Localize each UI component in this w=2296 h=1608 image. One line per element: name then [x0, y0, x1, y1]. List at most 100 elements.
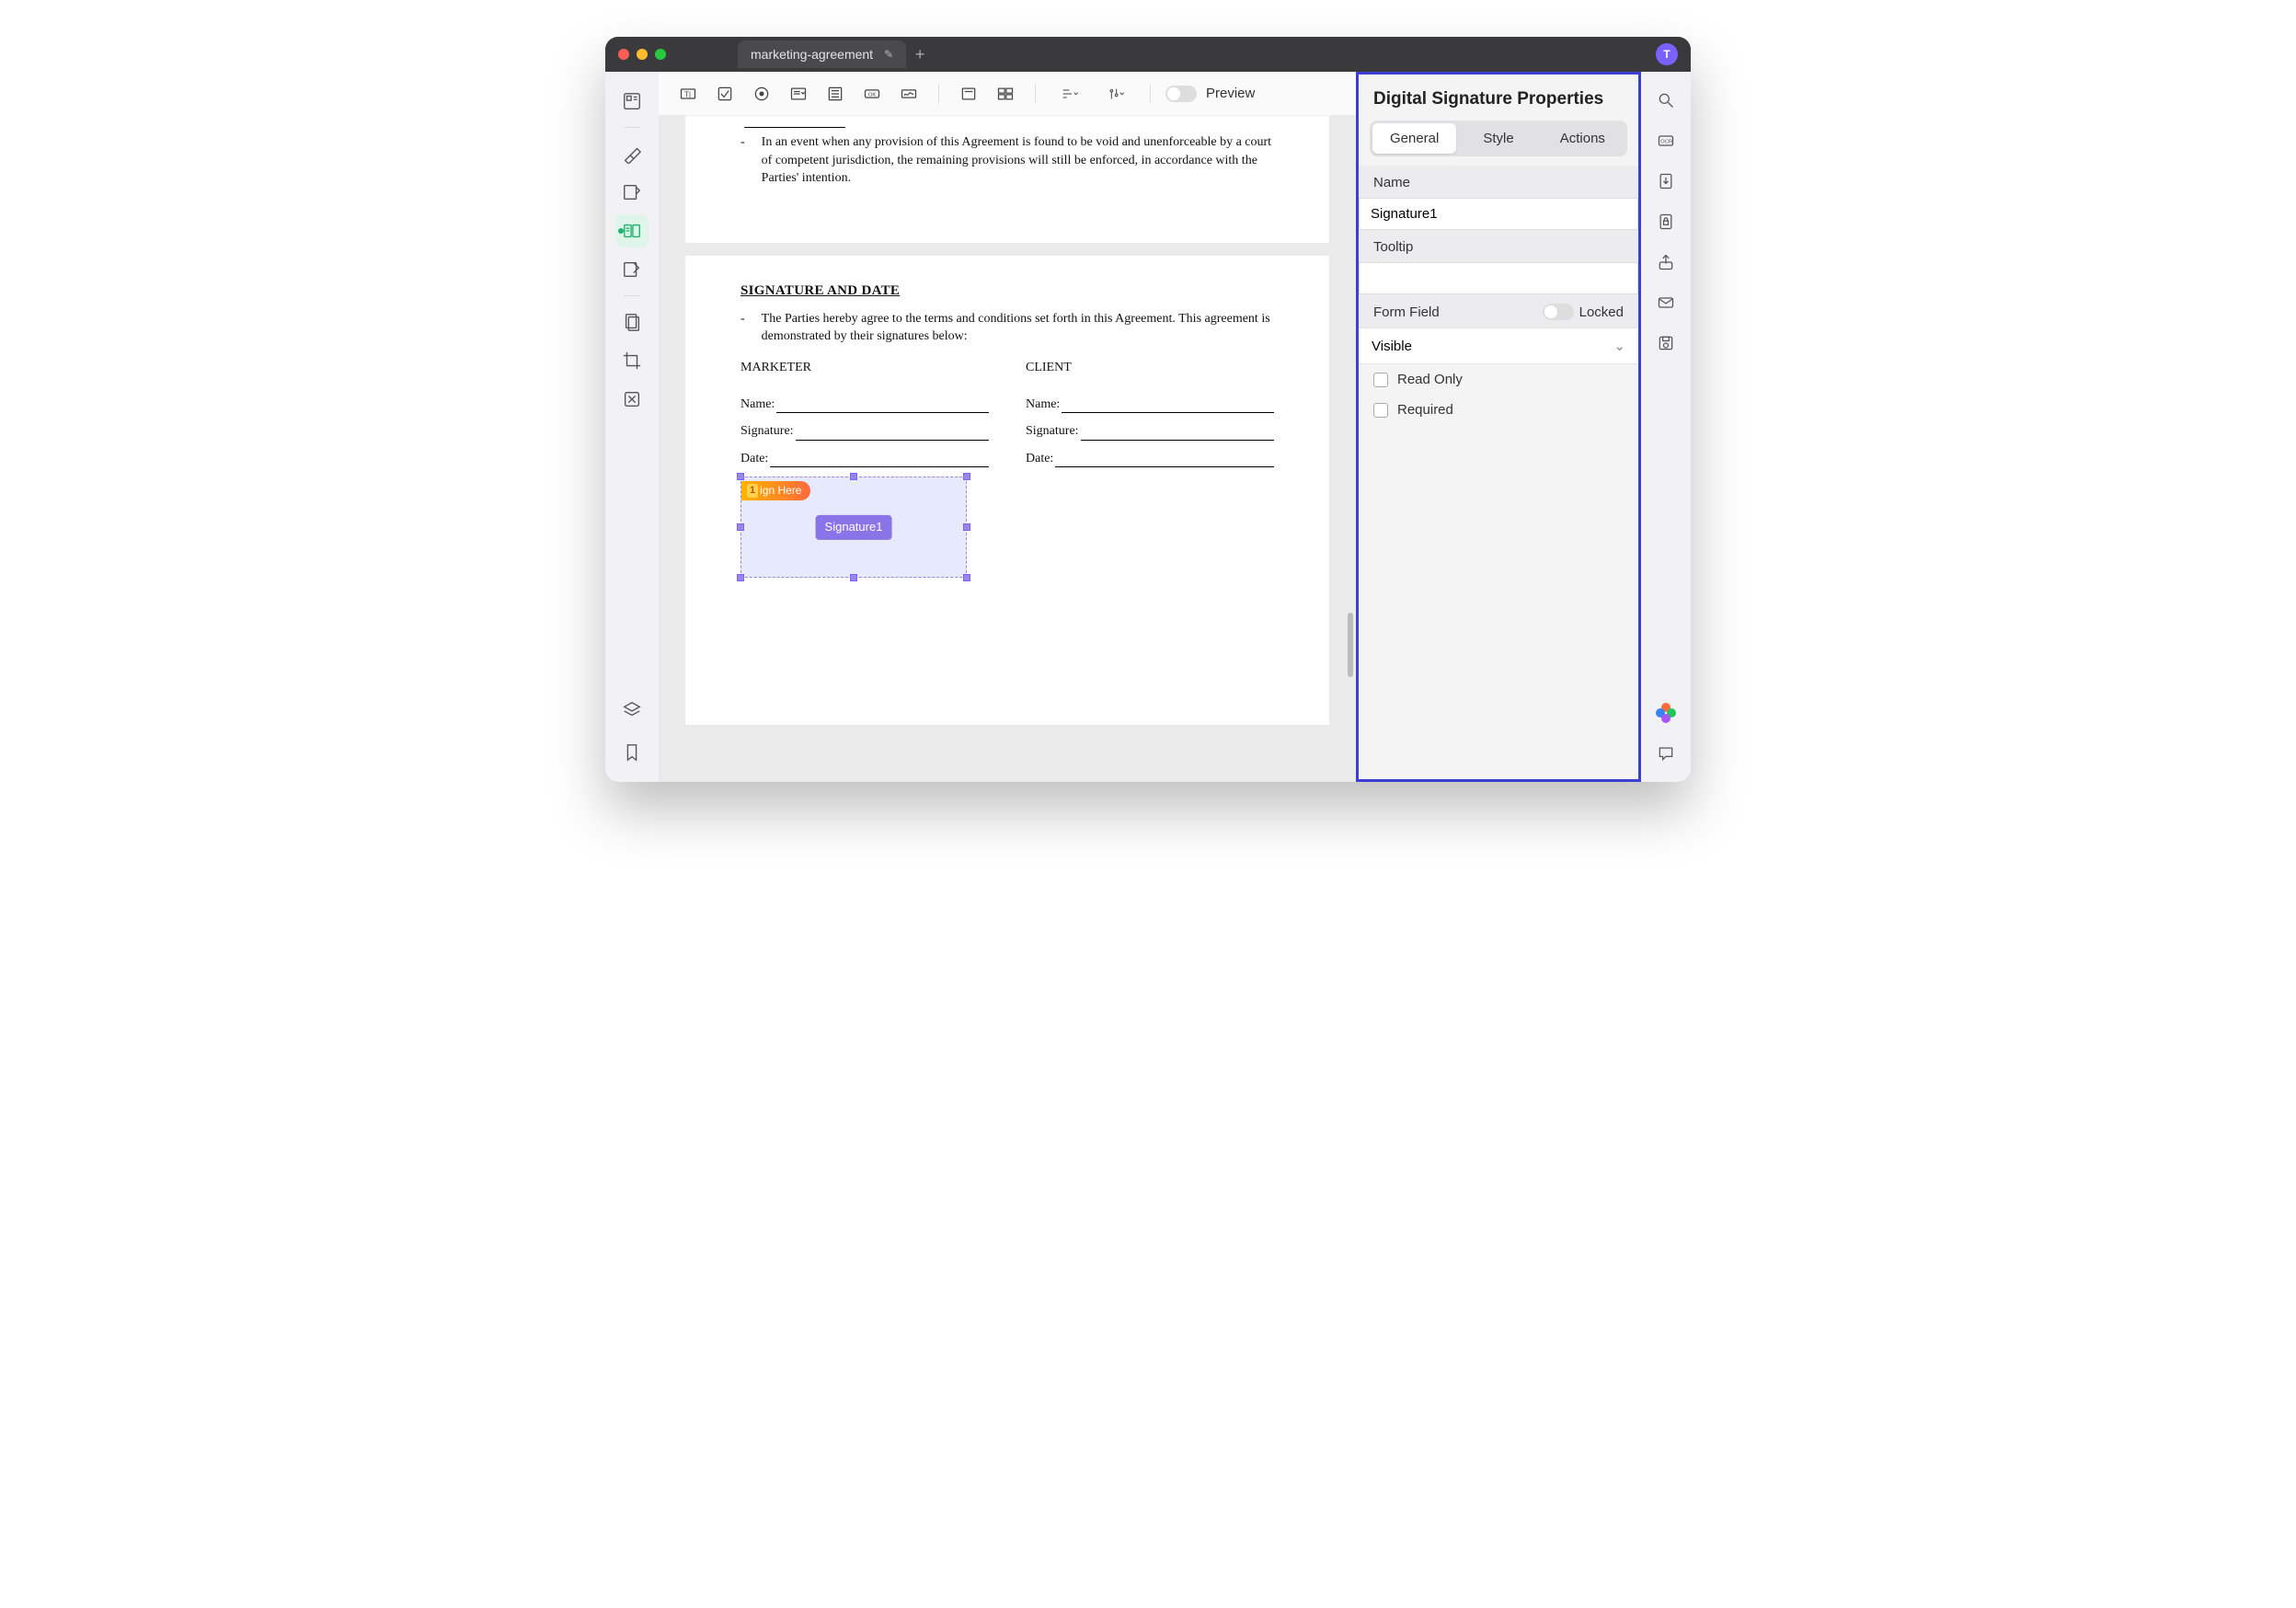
dropdown-tool[interactable] — [784, 79, 813, 109]
checkbox-tool[interactable] — [710, 79, 740, 109]
toolbar-divider — [1035, 84, 1036, 104]
new-tab-button[interactable]: + — [906, 45, 934, 64]
chevron-down-icon: ⌄ — [1613, 338, 1625, 354]
tabstrip: marketing-agreement ✎ + — [738, 40, 934, 68]
readonly-label: Read Only — [1397, 372, 1463, 387]
visibility-select[interactable]: Visible ⌄ — [1359, 327, 1638, 364]
properties-tabs: General Style Actions — [1370, 121, 1627, 156]
close-window-button[interactable] — [618, 49, 629, 60]
preview-toggle[interactable] — [1165, 86, 1197, 102]
document-tab[interactable]: marketing-agreement ✎ — [738, 40, 906, 68]
bullet-dash: - — [740, 310, 745, 346]
resize-handle-n[interactable] — [850, 473, 857, 480]
signature-form-field[interactable]: 1 ign Here Signature1 — [740, 477, 967, 578]
sidebar-divider — [624, 295, 640, 296]
properties-panel: Digital Signature Properties General Sty… — [1356, 72, 1641, 782]
signature-row-label: Name: — [1026, 396, 1060, 414]
signature-line — [796, 428, 989, 441]
right-sidebar: OCR — [1641, 72, 1691, 782]
resize-handle-e[interactable] — [963, 523, 970, 531]
crop-tool-button[interactable] — [615, 344, 649, 377]
edit-tool-button[interactable] — [615, 253, 649, 286]
sign-here-badge: 1 ign Here — [741, 481, 810, 500]
avatar-letter: T — [1663, 48, 1670, 61]
resize-handle-sw[interactable] — [737, 574, 744, 581]
button-tool[interactable]: OK — [857, 79, 887, 109]
main-column: T| OK — [659, 72, 1356, 782]
resize-handle-s[interactable] — [850, 574, 857, 581]
layers-button[interactable] — [615, 694, 649, 727]
name-label: Name — [1359, 166, 1638, 198]
form-settings-tool[interactable] — [1096, 79, 1135, 109]
email-button[interactable] — [1652, 289, 1680, 316]
signature-line — [1081, 428, 1274, 441]
ai-assistant-button[interactable] — [1652, 699, 1680, 727]
signature-line — [770, 454, 989, 467]
required-label: Required — [1397, 402, 1453, 418]
signature-column-header: CLIENT — [1026, 359, 1274, 377]
signature-row-label: Date: — [1026, 450, 1053, 468]
rename-tab-icon[interactable]: ✎ — [884, 48, 893, 61]
single-field-tool[interactable] — [954, 79, 983, 109]
tooltip-label: Tooltip — [1359, 230, 1638, 262]
signature-row-label: Date: — [740, 450, 768, 468]
bookmarks-button[interactable] — [615, 736, 649, 769]
signature-field-label: Signature1 — [816, 515, 892, 539]
sidebar-divider — [624, 127, 640, 128]
signature-row-label: Signature: — [740, 422, 794, 441]
thumbnails-panel-button[interactable] — [615, 85, 649, 118]
left-sidebar — [605, 72, 659, 782]
minimize-window-button[interactable] — [637, 49, 648, 60]
section-heading: SIGNATURE AND DATE — [740, 281, 1274, 301]
convert-button[interactable] — [1652, 167, 1680, 195]
formfield-label: Form Field — [1373, 304, 1440, 320]
svg-text:OK: OK — [868, 92, 877, 98]
signature-line — [1062, 400, 1274, 413]
app-window: marketing-agreement ✎ + T — [605, 37, 1691, 782]
share-button[interactable] — [1652, 248, 1680, 276]
signature-field-tool[interactable] — [894, 79, 924, 109]
app-body: T| OK — [605, 72, 1691, 782]
resize-handle-ne[interactable] — [963, 473, 970, 480]
resize-handle-w[interactable] — [737, 523, 744, 531]
bullet-dash: - — [740, 133, 745, 188]
user-avatar[interactable]: T — [1656, 43, 1678, 65]
tooltip-input[interactable] — [1359, 262, 1638, 294]
required-checkbox[interactable] — [1373, 403, 1388, 418]
form-toolbar: T| OK — [659, 72, 1356, 116]
resize-handle-nw[interactable] — [737, 473, 744, 480]
tab-style[interactable]: Style — [1456, 123, 1540, 154]
tab-general[interactable]: General — [1372, 123, 1456, 154]
text-field-tool[interactable]: T| — [673, 79, 703, 109]
multi-field-tool[interactable] — [991, 79, 1020, 109]
protect-button[interactable] — [1652, 208, 1680, 235]
svg-text:T|: T| — [684, 89, 691, 98]
readonly-checkbox[interactable] — [1373, 373, 1388, 387]
document-tab-title: marketing-agreement — [751, 47, 873, 62]
document-page: - In an event when any provision of this… — [685, 116, 1329, 243]
resize-handle-se[interactable] — [963, 574, 970, 581]
scrollbar-thumb[interactable] — [1348, 613, 1353, 677]
radio-button-tool[interactable] — [747, 79, 776, 109]
tab-actions[interactable]: Actions — [1541, 123, 1624, 154]
redact-tool-button[interactable] — [615, 383, 649, 416]
name-input[interactable] — [1359, 198, 1638, 230]
search-button[interactable] — [1652, 86, 1680, 114]
align-tool[interactable] — [1050, 79, 1089, 109]
document-viewport[interactable]: - In an event when any provision of this… — [659, 116, 1356, 782]
listbox-tool[interactable] — [821, 79, 850, 109]
visibility-value: Visible — [1372, 339, 1412, 354]
toolbar-divider — [938, 84, 939, 104]
pages-tool-button[interactable] — [615, 305, 649, 339]
ocr-button[interactable]: OCR — [1652, 127, 1680, 155]
signature-line — [1055, 454, 1274, 467]
maximize-window-button[interactable] — [655, 49, 666, 60]
highlighter-tool-button[interactable] — [615, 137, 649, 170]
annotate-tool-button[interactable] — [615, 176, 649, 209]
save-button[interactable] — [1652, 329, 1680, 357]
doc-paragraph: The Parties hereby agree to the terms an… — [762, 310, 1274, 346]
comments-button[interactable] — [1652, 740, 1680, 767]
locked-toggle[interactable] — [1543, 304, 1574, 320]
sign-here-number: 1 — [747, 484, 758, 498]
window-controls — [618, 49, 666, 60]
